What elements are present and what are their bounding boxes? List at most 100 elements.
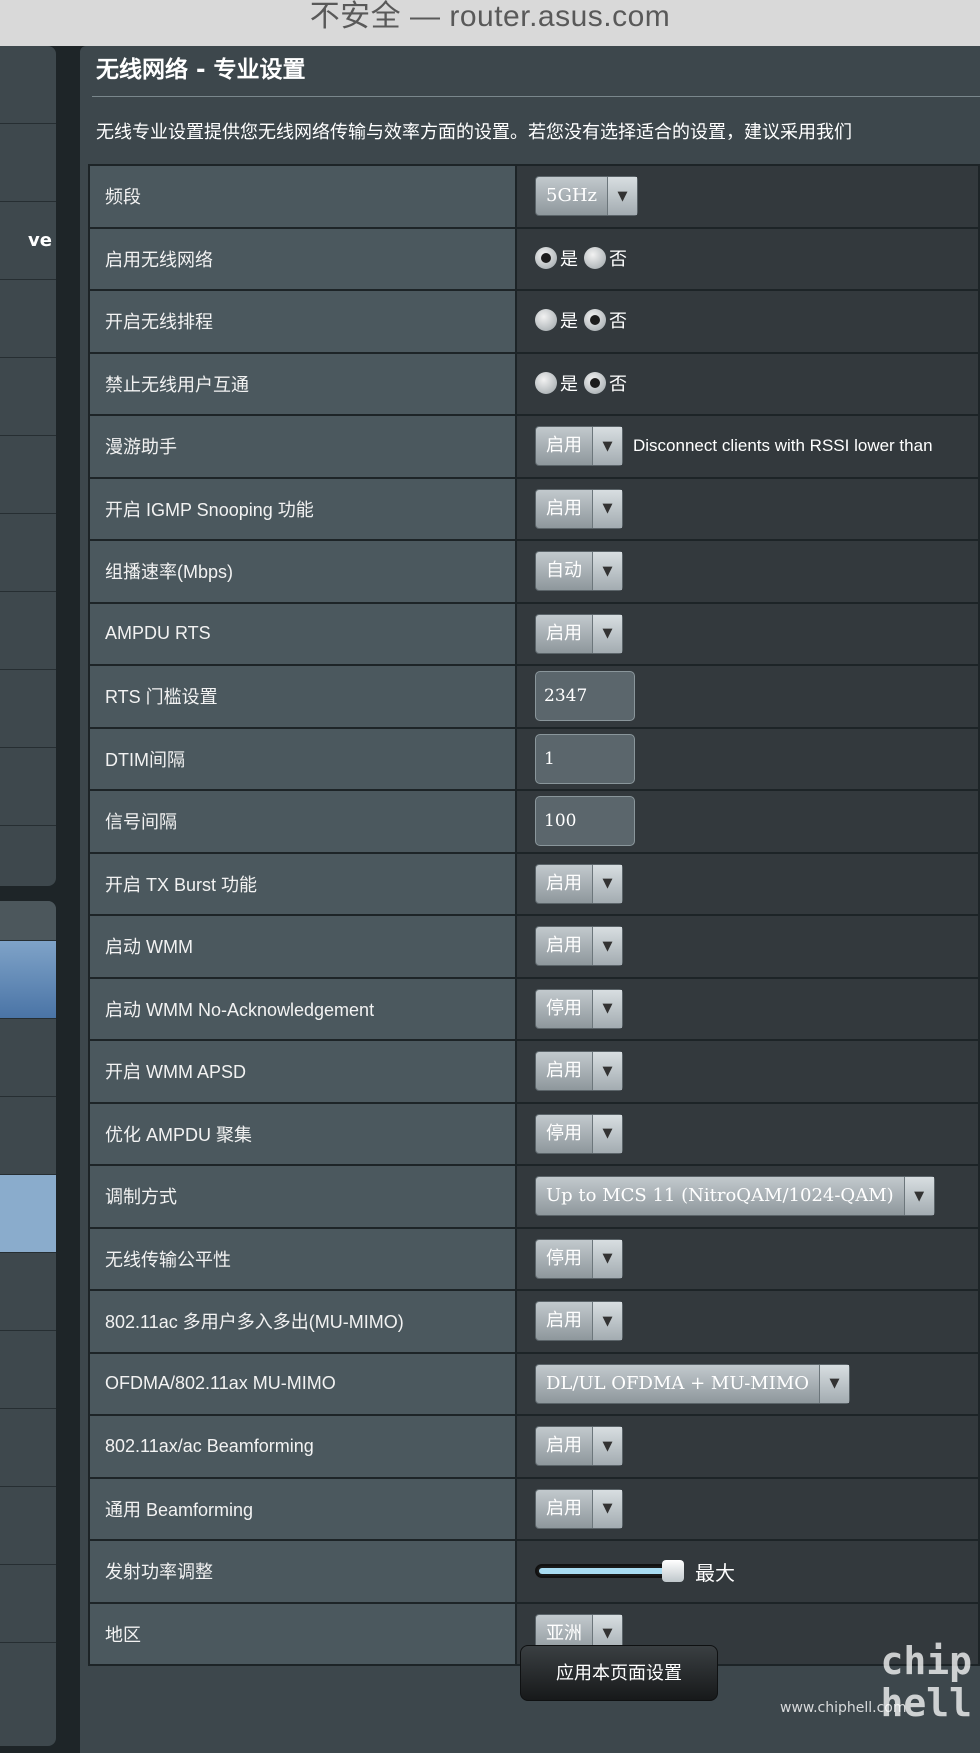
chevron-down-icon [592,989,622,1028]
select-value: 启用 [546,622,582,644]
radio-button[interactable] [535,246,557,269]
left-navigation: ve [0,46,80,1753]
setting-control-cell: 停用 [515,976,980,1041]
nav-item[interactable] [0,1565,56,1643]
setting-label: AMPDU RTS [88,601,517,666]
nav-item[interactable] [0,1487,56,1565]
setting-row: 调制方式 Up to MCS 11 (NitroQAM/1024-QAM) [88,1164,980,1229]
select-value: 启用 [546,935,582,957]
chevron-down-icon [592,864,622,903]
setting-row: OFDMA/802.11ax MU-MIMO DL/UL OFDMA + MU-M… [88,1351,980,1416]
setting-select[interactable]: 启用 [535,1488,623,1529]
setting-label: 优化 AMPDU 聚集 [88,1101,517,1166]
setting-control-cell: 停用 [515,1101,980,1166]
setting-label: 发射功率调整 [88,1539,517,1604]
setting-control-cell: 是否 [515,289,980,354]
setting-control-cell: DL/UL OFDMA + MU-MIMO [515,1351,980,1416]
setting-row: 组播速率(Mbps) 自动 [88,539,980,604]
setting-select[interactable]: 启用 [535,488,623,529]
setting-text-input[interactable]: 1 [535,733,635,784]
page-title: 无线网络 - 专业设置 [96,57,306,83]
setting-select[interactable]: 启用 [535,1051,623,1092]
setting-label: 启动 WMM No-Acknowledgement [88,976,517,1041]
radio-label: 是 [560,373,578,395]
nav-item[interactable] [0,280,56,358]
left-menu-top: ve [0,46,56,886]
setting-select[interactable]: 启用 [535,1426,623,1467]
nav-section-header [0,901,56,941]
setting-select[interactable]: 停用 [535,1238,623,1279]
chevron-down-icon [819,1364,850,1403]
nav-item-highlighted[interactable] [0,1175,56,1253]
setting-label: 禁止无线用户互通 [88,351,517,416]
setting-select[interactable]: DL/UL OFDMA + MU-MIMO [535,1363,851,1404]
nav-item[interactable] [0,1331,56,1409]
title-divider [92,96,980,97]
radio-button[interactable] [584,371,606,394]
setting-label: OFDMA/802.11ax MU-MIMO [88,1351,517,1416]
nav-item[interactable] [0,436,56,514]
nav-item[interactable] [0,1019,56,1097]
setting-row: RTS 门槛设置 2347 [88,664,980,729]
setting-extra-text: Disconnect clients with RSSI lower than [633,436,933,456]
setting-select[interactable]: 停用 [535,1113,623,1154]
setting-select[interactable]: Up to MCS 11 (NitroQAM/1024-QAM) [535,1176,935,1217]
setting-text-input[interactable]: 2347 [535,671,635,722]
radio-button[interactable] [535,371,557,394]
nav-item[interactable] [0,124,56,202]
setting-label: 启动 WMM [88,914,517,979]
setting-select[interactable]: 启用 [535,1301,623,1342]
nav-item[interactable] [0,592,56,670]
setting-row: 开启 TX Burst 功能 启用 [88,851,980,916]
apply-settings-button[interactable]: 应用本页面设置 [520,1645,718,1701]
setting-row: 802.11ac 多用户多入多出(MU-MIMO) 启用 [88,1289,980,1354]
nav-item[interactable] [0,46,56,124]
chevron-down-icon [592,927,622,966]
setting-control-cell: 5GHz [515,164,980,229]
radio-button[interactable] [535,309,557,332]
chevron-down-icon [592,1052,622,1091]
nav-item[interactable]: ve [0,202,56,280]
setting-select[interactable]: 启用 [535,426,623,467]
radio-group: 是否 [535,307,633,333]
setting-control-cell: Up to MCS 11 (NitroQAM/1024-QAM) [515,1164,980,1229]
setting-control-cell: 启用 [515,851,980,916]
setting-control-cell: 启用 [515,1476,980,1541]
setting-label: 启用无线网络 [88,226,517,291]
power-slider[interactable] [535,1560,684,1583]
main-panel: 无线网络 - 专业设置 无线专业设置提供您无线网络传输与效率方面的设置。若您没有… [80,46,980,1753]
setting-select[interactable]: 启用 [535,863,623,904]
radio-button[interactable] [584,309,606,332]
setting-control-cell: 启用 [515,476,980,541]
setting-label: 信号间隔 [88,789,517,854]
radio-button[interactable] [584,246,606,269]
nav-item[interactable] [0,514,56,592]
nav-item[interactable] [0,1253,56,1331]
chevron-down-icon [592,1427,622,1466]
setting-select[interactable]: 5GHz [535,176,639,217]
nav-item[interactable] [0,358,56,436]
select-value: 启用 [546,1435,582,1457]
setting-text-input[interactable]: 100 [535,796,635,847]
chevron-down-icon [592,489,622,528]
setting-select[interactable]: 启用 [535,926,623,967]
setting-select[interactable]: 启用 [535,613,623,654]
chiphell-watermark: chip hell www.chiphell.com [780,1640,980,1740]
setting-label: 开启无线排程 [88,289,517,354]
nav-item-active[interactable] [0,941,56,1019]
slider-thumb[interactable] [662,1560,684,1583]
setting-select[interactable]: 停用 [535,988,623,1029]
setting-control-cell: 2347 [515,664,980,729]
setting-row: 启动 WMM No-Acknowledgement 停用 [88,976,980,1041]
nav-item[interactable] [0,670,56,748]
slider-fill [539,1568,677,1575]
browser-url-bar[interactable]: 不安全 — router.asus.com [0,0,980,46]
setting-row: 802.11ax/ac Beamforming 启用 [88,1414,980,1479]
setting-label: 开启 IGMP Snooping 功能 [88,476,517,541]
nav-item[interactable] [0,748,56,826]
nav-item[interactable] [0,1097,56,1175]
select-value: 启用 [546,872,582,894]
nav-item[interactable] [0,1409,56,1487]
setting-select[interactable]: 自动 [535,551,623,592]
setting-label: 无线传输公平性 [88,1226,517,1291]
